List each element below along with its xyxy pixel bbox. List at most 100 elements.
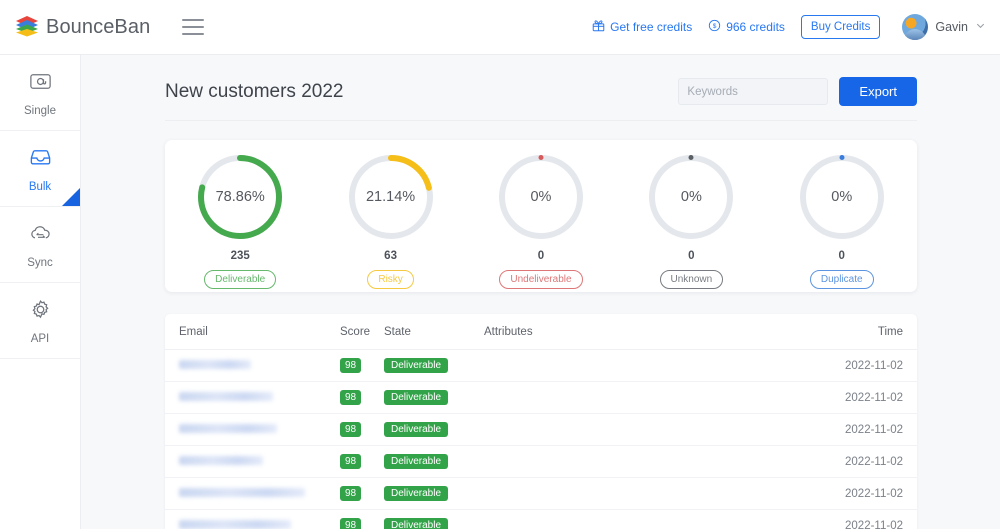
score-badge: 98: [340, 422, 361, 437]
cell-attributes: [484, 382, 827, 414]
sidebar-item-api[interactable]: API: [0, 283, 80, 359]
donut-percent-label: 0%: [647, 153, 735, 241]
cell-email: [165, 350, 340, 382]
cell-attributes: [484, 446, 827, 478]
search-box[interactable]: [678, 78, 828, 105]
cell-email: [165, 446, 340, 478]
table-row[interactable]: 98 Deliverable 2022-11-02: [165, 382, 917, 414]
brand-logo[interactable]: BounceBan: [14, 14, 150, 40]
cell-attributes: [484, 478, 827, 510]
sidebar-item-bulk[interactable]: Bulk: [0, 131, 80, 207]
results-table-card: Email Score State Attributes Time 98 Del…: [165, 314, 917, 529]
user-name-label: Gavin: [935, 20, 968, 34]
table-header: Email Score State Attributes Time: [165, 314, 917, 350]
state-badge: Deliverable: [384, 454, 448, 469]
donut-chart: 0%: [647, 153, 735, 241]
cell-email: [165, 382, 340, 414]
state-badge: Deliverable: [384, 390, 448, 405]
donut-percent-label: 78.86%: [196, 153, 284, 241]
sidebar: Single Bulk Sync API: [0, 55, 81, 529]
stat-count: 0: [538, 250, 544, 262]
inbox-icon: [28, 145, 53, 175]
table-row[interactable]: 98 Deliverable 2022-11-02: [165, 478, 917, 510]
cell-score: 98: [340, 446, 384, 478]
donut-chart: 0%: [798, 153, 886, 241]
cell-attributes: [484, 350, 827, 382]
column-header-state[interactable]: State: [384, 314, 484, 350]
sidebar-item-label: Bulk: [29, 181, 51, 193]
cell-email: [165, 510, 340, 529]
gear-api-icon: [28, 297, 53, 327]
table-body: 98 Deliverable 2022-11-02 98 Deliverable…: [165, 350, 917, 529]
user-menu[interactable]: Gavin: [902, 14, 986, 40]
cell-state: Deliverable: [384, 414, 484, 446]
credits-label: 966 credits: [726, 20, 785, 34]
state-badge: Deliverable: [384, 358, 448, 373]
cell-time: 2022-11-02: [827, 510, 917, 529]
stat-pill-label: Risky: [367, 270, 413, 289]
sidebar-item-label: Sync: [27, 257, 53, 269]
page-title: New customers 2022: [165, 81, 343, 103]
hamburger-icon[interactable]: [182, 19, 204, 35]
table-row[interactable]: 98 Deliverable 2022-11-02: [165, 446, 917, 478]
get-free-credits-label: Get free credits: [610, 20, 692, 34]
score-badge: 98: [340, 390, 361, 405]
stat-count: 63: [384, 250, 397, 262]
donut-chart: 21.14%: [347, 153, 435, 241]
stat-pill-label: Unknown: [660, 270, 724, 289]
cell-time: 2022-11-02: [827, 478, 917, 510]
state-badge: Deliverable: [384, 518, 448, 529]
redacted-email: [179, 392, 273, 401]
score-badge: 98: [340, 454, 361, 469]
cell-time: 2022-11-02: [827, 414, 917, 446]
redacted-email: [179, 424, 277, 433]
score-badge: 98: [340, 486, 361, 501]
cell-time: 2022-11-02: [827, 350, 917, 382]
redacted-email: [179, 488, 305, 497]
score-badge: 98: [340, 518, 361, 529]
cloud-sync-icon: [28, 221, 53, 251]
bounceban-logo-icon: [14, 14, 40, 40]
stat-duplicate: 0% 0 Duplicate: [767, 153, 917, 289]
cell-attributes: [484, 510, 827, 529]
state-badge: Deliverable: [384, 422, 448, 437]
sidebar-item-label: Single: [24, 105, 56, 117]
chevron-down-icon: [975, 18, 986, 36]
redacted-email: [179, 520, 291, 529]
cell-state: Deliverable: [384, 446, 484, 478]
donut-percent-label: 21.14%: [347, 153, 435, 241]
table-row[interactable]: 98 Deliverable 2022-11-02: [165, 350, 917, 382]
redacted-email: [179, 360, 251, 369]
table-header-row: Email Score State Attributes Time: [165, 314, 917, 350]
export-button[interactable]: Export: [839, 77, 917, 106]
cell-score: 98: [340, 350, 384, 382]
sidebar-item-sync[interactable]: Sync: [0, 207, 80, 283]
table-row[interactable]: 98 Deliverable 2022-11-02: [165, 510, 917, 529]
cell-state: Deliverable: [384, 382, 484, 414]
stat-pill-label: Duplicate: [810, 270, 874, 289]
cell-score: 98: [340, 414, 384, 446]
state-badge: Deliverable: [384, 486, 448, 501]
sidebar-item-single[interactable]: Single: [0, 55, 80, 131]
stat-undeliverable: 0% 0 Undeliverable: [466, 153, 616, 289]
page-header: New customers 2022 Export: [165, 55, 917, 121]
get-free-credits-link[interactable]: Get free credits: [592, 19, 692, 35]
credits-indicator[interactable]: $ 966 credits: [708, 19, 785, 35]
cell-state: Deliverable: [384, 478, 484, 510]
svg-text:$: $: [713, 23, 717, 30]
column-header-time[interactable]: Time: [827, 314, 917, 350]
column-header-email[interactable]: Email: [165, 314, 340, 350]
search-input[interactable]: [679, 86, 828, 98]
table-row[interactable]: 98 Deliverable 2022-11-02: [165, 414, 917, 446]
stat-unknown: 0% 0 Unknown: [616, 153, 766, 289]
active-indicator-triangle: [62, 188, 80, 206]
cell-score: 98: [340, 382, 384, 414]
brand-name: BounceBan: [46, 16, 150, 39]
column-header-attributes[interactable]: Attributes: [484, 314, 827, 350]
buy-credits-button[interactable]: Buy Credits: [801, 15, 880, 39]
column-header-score[interactable]: Score: [340, 314, 384, 350]
cell-time: 2022-11-02: [827, 446, 917, 478]
score-badge: 98: [340, 358, 361, 373]
cell-email: [165, 414, 340, 446]
results-table: Email Score State Attributes Time 98 Del…: [165, 314, 917, 529]
